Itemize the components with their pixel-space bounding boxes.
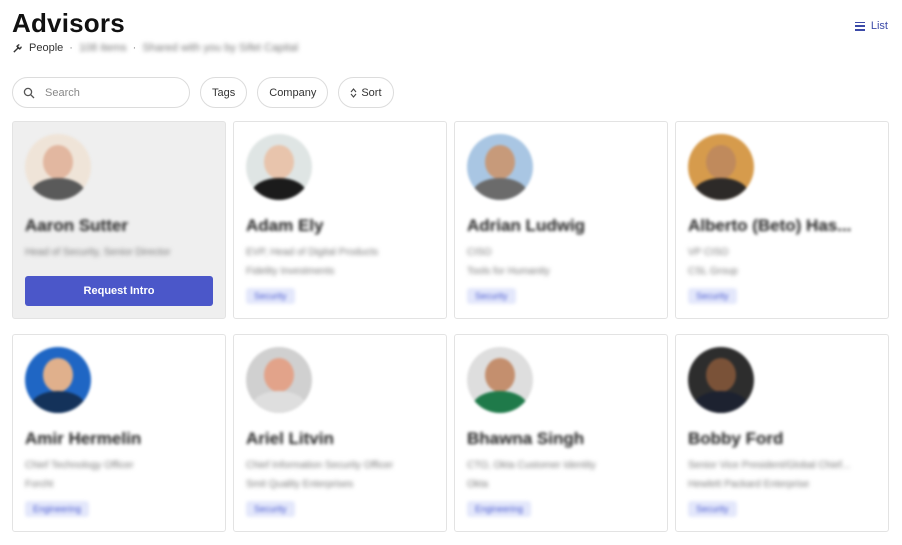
search-icon: [23, 87, 35, 98]
advisor-card[interactable]: Adrian Ludwig CISO Tools for Humanity Se…: [454, 121, 668, 319]
page-header: Advisors People · 108 items · Shared wit…: [12, 6, 298, 54]
advisor-card[interactable]: Ariel Litvin Chief Information Security …: [233, 334, 447, 532]
advisor-card[interactable]: Aaron Sutter Head of Security, Senior Di…: [12, 121, 226, 319]
people-tools-icon: [13, 43, 22, 53]
advisor-tag: Security: [467, 288, 516, 304]
list-view-label: List: [870, 20, 888, 32]
advisor-company: CSL Group: [688, 266, 738, 277]
page-subtitle: People · 108 items · Shared with you by …: [12, 42, 298, 54]
avatar: [467, 347, 533, 413]
advisor-tag: Engineering: [25, 501, 90, 517]
advisor-role: Chief Information Security Officer: [246, 460, 394, 471]
advisor-company: Tools for Humanity: [467, 266, 550, 277]
advisor-name: Adrian Ludwig: [467, 216, 586, 235]
advisor-tag: Security: [246, 288, 295, 304]
list-icon: [854, 21, 865, 31]
advisor-role: CTO, Okta Customer Identity: [467, 460, 596, 471]
tags-filter-label: Tags: [212, 86, 236, 99]
company-filter-label: Company: [269, 86, 317, 99]
filter-bar: Tags Company Sort: [12, 77, 394, 108]
sort-button[interactable]: Sort: [338, 77, 394, 108]
advisor-company: Hewlett Packard Enterprise: [688, 479, 810, 490]
advisor-tag: Security: [246, 501, 295, 517]
request-intro-button[interactable]: Request Intro: [25, 276, 213, 306]
avatar: [467, 134, 533, 200]
avatar: [688, 134, 754, 200]
advisor-name: Bhawna Singh: [467, 429, 585, 448]
advisor-company: Smit Quality Enterprises: [246, 479, 354, 490]
advisor-role: CISO: [467, 247, 492, 258]
advisor-card[interactable]: Amir Hermelin Chief Technology Officer F…: [12, 334, 226, 532]
advisor-card[interactable]: Adam Ely EVP, Head of Digital Products F…: [233, 121, 447, 319]
advisor-tag: Engineering: [467, 501, 532, 517]
advisor-role: Head of Security, Senior Director: [25, 247, 171, 258]
sort-label: Sort: [361, 86, 382, 99]
avatar: [246, 134, 312, 200]
item-count: 108 items: [78, 42, 127, 54]
separator-dot: ·: [132, 42, 137, 54]
advisor-name: Amir Hermelin: [25, 429, 142, 448]
advisor-name: Bobby Ford: [688, 429, 784, 448]
shared-by-text: Shared with you by Sifet Capital: [142, 42, 299, 54]
advisor-grid: Aaron Sutter Head of Security, Senior Di…: [12, 121, 889, 532]
advisor-name: Aaron Sutter: [25, 216, 128, 235]
advisor-company: Forcht: [25, 479, 54, 490]
list-view-toggle[interactable]: List: [854, 20, 888, 32]
advisor-tag: Security: [688, 288, 737, 304]
advisor-name: Adam Ely: [246, 216, 324, 235]
advisor-role: Senior Vice President/Global Chief...: [688, 460, 851, 471]
tags-filter-button[interactable]: Tags: [200, 77, 248, 108]
avatar: [246, 347, 312, 413]
search-box[interactable]: [12, 77, 190, 108]
advisor-company: Okta: [467, 479, 489, 490]
company-filter-button[interactable]: Company: [257, 77, 329, 108]
advisor-role: VP CISO: [688, 247, 729, 258]
separator-dot: ·: [69, 42, 73, 54]
advisor-name: Ariel Litvin: [246, 429, 334, 448]
avatar: [25, 134, 91, 200]
advisor-name: Alberto (Beto) Has...: [688, 216, 852, 235]
sort-icon: [350, 87, 357, 98]
avatar: [25, 347, 91, 413]
advisor-company: Fidelity Investments: [246, 266, 335, 277]
avatar: [688, 347, 754, 413]
advisor-card[interactable]: Bobby Ford Senior Vice President/Global …: [675, 334, 889, 532]
advisor-card[interactable]: Bhawna Singh CTO, Okta Customer Identity…: [454, 334, 668, 532]
advisor-card[interactable]: Alberto (Beto) Has... VP CISO CSL Group …: [675, 121, 889, 319]
search-input[interactable]: [43, 85, 177, 100]
category-label: People: [29, 42, 64, 54]
advisor-role: Chief Technology Officer: [25, 460, 134, 471]
advisor-role: EVP, Head of Digital Products: [246, 247, 379, 258]
page-title: Advisors: [12, 8, 125, 38]
advisor-tag: Security: [688, 501, 737, 517]
